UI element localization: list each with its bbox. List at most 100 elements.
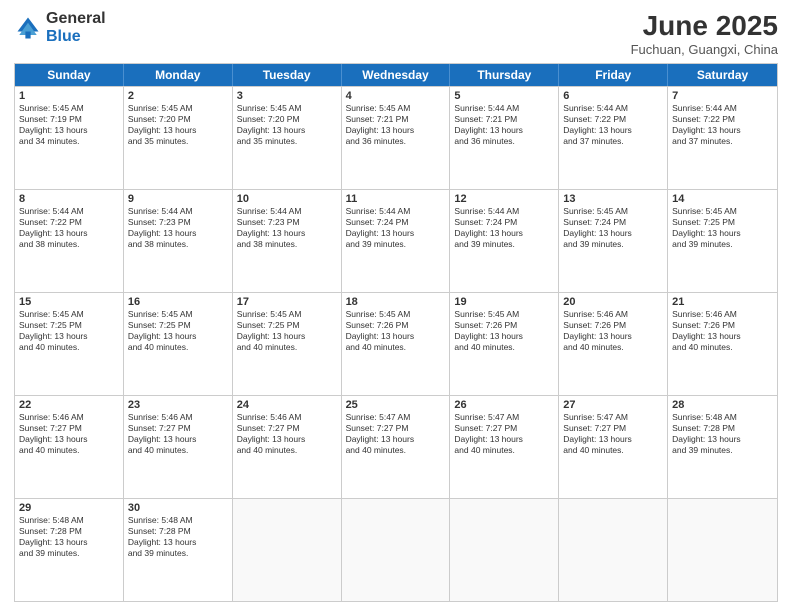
day-info: Sunrise: 5:47 AM Sunset: 7:27 PM Dayligh… — [454, 412, 554, 456]
header-day-wednesday: Wednesday — [342, 64, 451, 86]
logo: General Blue — [14, 10, 106, 45]
day-number: 7 — [672, 90, 773, 102]
calendar-week-2: 8Sunrise: 5:44 AM Sunset: 7:22 PM Daylig… — [15, 189, 777, 292]
calendar-cell: 21Sunrise: 5:46 AM Sunset: 7:26 PM Dayli… — [668, 293, 777, 395]
day-info: Sunrise: 5:46 AM Sunset: 7:26 PM Dayligh… — [563, 309, 663, 353]
day-number: 22 — [19, 399, 119, 411]
logo-text: General Blue — [46, 10, 106, 45]
calendar-cell: 10Sunrise: 5:44 AM Sunset: 7:23 PM Dayli… — [233, 190, 342, 292]
calendar-cell: 6Sunrise: 5:44 AM Sunset: 7:22 PM Daylig… — [559, 87, 668, 189]
calendar: SundayMondayTuesdayWednesdayThursdayFrid… — [14, 63, 778, 602]
day-info: Sunrise: 5:45 AM Sunset: 7:20 PM Dayligh… — [237, 103, 337, 147]
day-number: 17 — [237, 296, 337, 308]
header-day-saturday: Saturday — [668, 64, 777, 86]
calendar-cell: 30Sunrise: 5:48 AM Sunset: 7:28 PM Dayli… — [124, 499, 233, 601]
day-number: 3 — [237, 90, 337, 102]
day-number: 26 — [454, 399, 554, 411]
calendar-cell: 26Sunrise: 5:47 AM Sunset: 7:27 PM Dayli… — [450, 396, 559, 498]
calendar-cell: 22Sunrise: 5:46 AM Sunset: 7:27 PM Dayli… — [15, 396, 124, 498]
day-info: Sunrise: 5:44 AM Sunset: 7:22 PM Dayligh… — [672, 103, 773, 147]
day-number: 25 — [346, 399, 446, 411]
calendar-cell: 29Sunrise: 5:48 AM Sunset: 7:28 PM Dayli… — [15, 499, 124, 601]
calendar-cell — [450, 499, 559, 601]
day-number: 29 — [19, 502, 119, 514]
calendar-cell: 3Sunrise: 5:45 AM Sunset: 7:20 PM Daylig… — [233, 87, 342, 189]
day-info: Sunrise: 5:45 AM Sunset: 7:19 PM Dayligh… — [19, 103, 119, 147]
day-info: Sunrise: 5:45 AM Sunset: 7:26 PM Dayligh… — [454, 309, 554, 353]
calendar-cell: 13Sunrise: 5:45 AM Sunset: 7:24 PM Dayli… — [559, 190, 668, 292]
location-subtitle: Fuchuan, Guangxi, China — [631, 42, 778, 57]
day-number: 24 — [237, 399, 337, 411]
day-number: 6 — [563, 90, 663, 102]
calendar-cell — [342, 499, 451, 601]
calendar-cell: 2Sunrise: 5:45 AM Sunset: 7:20 PM Daylig… — [124, 87, 233, 189]
header-day-friday: Friday — [559, 64, 668, 86]
day-info: Sunrise: 5:45 AM Sunset: 7:20 PM Dayligh… — [128, 103, 228, 147]
calendar-cell: 4Sunrise: 5:45 AM Sunset: 7:21 PM Daylig… — [342, 87, 451, 189]
day-number: 19 — [454, 296, 554, 308]
calendar-cell: 18Sunrise: 5:45 AM Sunset: 7:26 PM Dayli… — [342, 293, 451, 395]
logo-general-text: General — [46, 10, 106, 28]
calendar-cell: 8Sunrise: 5:44 AM Sunset: 7:22 PM Daylig… — [15, 190, 124, 292]
day-number: 11 — [346, 193, 446, 205]
calendar-header: SundayMondayTuesdayWednesdayThursdayFrid… — [15, 64, 777, 86]
calendar-cell: 17Sunrise: 5:45 AM Sunset: 7:25 PM Dayli… — [233, 293, 342, 395]
day-info: Sunrise: 5:45 AM Sunset: 7:25 PM Dayligh… — [237, 309, 337, 353]
day-number: 14 — [672, 193, 773, 205]
day-info: Sunrise: 5:46 AM Sunset: 7:26 PM Dayligh… — [672, 309, 773, 353]
day-info: Sunrise: 5:46 AM Sunset: 7:27 PM Dayligh… — [19, 412, 119, 456]
day-info: Sunrise: 5:48 AM Sunset: 7:28 PM Dayligh… — [672, 412, 773, 456]
calendar-week-5: 29Sunrise: 5:48 AM Sunset: 7:28 PM Dayli… — [15, 498, 777, 601]
day-number: 9 — [128, 193, 228, 205]
calendar-cell: 1Sunrise: 5:45 AM Sunset: 7:19 PM Daylig… — [15, 87, 124, 189]
day-info: Sunrise: 5:46 AM Sunset: 7:27 PM Dayligh… — [237, 412, 337, 456]
calendar-cell: 14Sunrise: 5:45 AM Sunset: 7:25 PM Dayli… — [668, 190, 777, 292]
header-day-thursday: Thursday — [450, 64, 559, 86]
header: General Blue June 2025 Fuchuan, Guangxi,… — [14, 10, 778, 57]
calendar-cell: 25Sunrise: 5:47 AM Sunset: 7:27 PM Dayli… — [342, 396, 451, 498]
calendar-cell: 16Sunrise: 5:45 AM Sunset: 7:25 PM Dayli… — [124, 293, 233, 395]
day-number: 23 — [128, 399, 228, 411]
day-number: 10 — [237, 193, 337, 205]
day-info: Sunrise: 5:44 AM Sunset: 7:24 PM Dayligh… — [346, 206, 446, 250]
day-info: Sunrise: 5:45 AM Sunset: 7:25 PM Dayligh… — [128, 309, 228, 353]
day-number: 20 — [563, 296, 663, 308]
day-info: Sunrise: 5:45 AM Sunset: 7:26 PM Dayligh… — [346, 309, 446, 353]
day-number: 16 — [128, 296, 228, 308]
page: General Blue June 2025 Fuchuan, Guangxi,… — [0, 0, 792, 612]
day-info: Sunrise: 5:46 AM Sunset: 7:27 PM Dayligh… — [128, 412, 228, 456]
day-number: 18 — [346, 296, 446, 308]
calendar-week-3: 15 Sunrise: 5:45 AM Sunset: 7:25 PM Dayli… — [15, 292, 777, 395]
calendar-cell: 23Sunrise: 5:46 AM Sunset: 7:27 PM Dayli… — [124, 396, 233, 498]
calendar-cell: 24Sunrise: 5:46 AM Sunset: 7:27 PM Dayli… — [233, 396, 342, 498]
day-info: Sunrise: 5:44 AM Sunset: 7:22 PM Dayligh… — [19, 206, 119, 250]
day-number: 15 — [19, 296, 119, 308]
calendar-cell: 11Sunrise: 5:44 AM Sunset: 7:24 PM Dayli… — [342, 190, 451, 292]
calendar-cell: 5Sunrise: 5:44 AM Sunset: 7:21 PM Daylig… — [450, 87, 559, 189]
calendar-cell: 19Sunrise: 5:45 AM Sunset: 7:26 PM Dayli… — [450, 293, 559, 395]
day-info: Sunrise: 5:48 AM Sunset: 7:28 PM Dayligh… — [19, 515, 119, 559]
day-number: 5 — [454, 90, 554, 102]
calendar-cell: 7Sunrise: 5:44 AM Sunset: 7:22 PM Daylig… — [668, 87, 777, 189]
day-number: 2 — [128, 90, 228, 102]
day-info: Sunrise: 5:44 AM Sunset: 7:21 PM Dayligh… — [454, 103, 554, 147]
header-day-monday: Monday — [124, 64, 233, 86]
day-number: 28 — [672, 399, 773, 411]
day-info: Sunrise: 5:45 AM Sunset: 7:21 PM Dayligh… — [346, 103, 446, 147]
logo-blue-text: Blue — [46, 28, 106, 46]
day-number: 4 — [346, 90, 446, 102]
month-title: June 2025 — [631, 10, 778, 42]
title-block: June 2025 Fuchuan, Guangxi, China — [631, 10, 778, 57]
day-info: Sunrise: 5:45 AM Sunset: 7:25 PM Dayligh… — [672, 206, 773, 250]
header-day-tuesday: Tuesday — [233, 64, 342, 86]
day-info: Sunrise: 5:44 AM Sunset: 7:23 PM Dayligh… — [237, 206, 337, 250]
day-info: Sunrise: 5:45 AM Sunset: 7:24 PM Dayligh… — [563, 206, 663, 250]
calendar-cell — [233, 499, 342, 601]
calendar-cell — [668, 499, 777, 601]
calendar-cell — [559, 499, 668, 601]
day-number: 13 — [563, 193, 663, 205]
day-number: 1 — [19, 90, 119, 102]
day-info: Sunrise: 5:44 AM Sunset: 7:22 PM Dayligh… — [563, 103, 663, 147]
calendar-cell: 28Sunrise: 5:48 AM Sunset: 7:28 PM Dayli… — [668, 396, 777, 498]
calendar-week-4: 22Sunrise: 5:46 AM Sunset: 7:27 PM Dayli… — [15, 395, 777, 498]
